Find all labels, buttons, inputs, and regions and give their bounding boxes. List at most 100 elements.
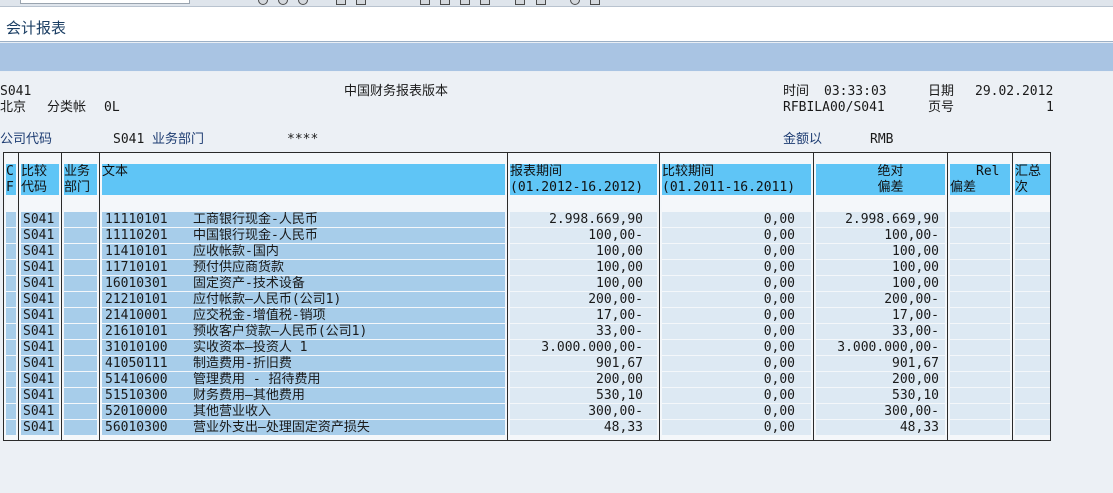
cf-cell[interactable]	[6, 340, 16, 355]
compare-period-value[interactable]: 0,00	[662, 340, 811, 355]
compare-period-value[interactable]: 0,00	[662, 292, 811, 307]
business-area-cell[interactable]	[64, 420, 97, 435]
compare-code-cell[interactable]: S041	[21, 308, 59, 323]
column-header-report-period[interactable]: 报表期间 (01.2012-16.2012)	[510, 164, 657, 195]
absolute-diff-value[interactable]: 100,00	[816, 276, 945, 291]
compare-code-cell[interactable]: S041	[21, 260, 59, 275]
relative-diff-value[interactable]	[950, 292, 1010, 307]
column-header-cf[interactable]: CF	[6, 164, 16, 195]
business-area-cell[interactable]	[64, 292, 97, 307]
report-period-value[interactable]: 48,33	[510, 420, 657, 435]
help-icon[interactable]	[570, 0, 580, 5]
compare-period-value[interactable]: 0,00	[662, 404, 811, 419]
report-period-value[interactable]: 17,00-	[510, 308, 657, 323]
column-header-relative-diff[interactable]: Rel 偏差	[950, 164, 1010, 195]
relative-diff-value[interactable]	[950, 420, 1010, 435]
absolute-diff-value[interactable]: 200,00	[816, 372, 945, 387]
summary-level-value[interactable]	[1015, 260, 1050, 275]
report-period-value[interactable]: 100,00-	[510, 228, 657, 243]
absolute-diff-value[interactable]: 300,00-	[816, 404, 945, 419]
relative-diff-value[interactable]	[950, 388, 1010, 403]
compare-period-value[interactable]: 0,00	[662, 324, 811, 339]
report-period-value[interactable]: 300,00-	[510, 404, 657, 419]
text-cell[interactable]: 21410001 应交税金-增值税-销项	[102, 308, 505, 323]
compare-code-cell[interactable]: S041	[21, 292, 59, 307]
absolute-diff-value[interactable]: 17,00-	[816, 308, 945, 323]
compare-period-value[interactable]: 0,00	[662, 260, 811, 275]
compare-code-cell[interactable]: S041	[21, 212, 59, 227]
compare-code-cell[interactable]: S041	[21, 228, 59, 243]
absolute-diff-value[interactable]: 2.998.669,90	[816, 212, 945, 227]
relative-diff-value[interactable]	[950, 356, 1010, 371]
compare-period-value[interactable]: 0,00	[662, 308, 811, 323]
customize-icon[interactable]	[590, 0, 600, 5]
report-period-value[interactable]: 200,00	[510, 372, 657, 387]
absolute-diff-value[interactable]: 100,00	[816, 260, 945, 275]
compare-code-cell[interactable]: S041	[21, 244, 59, 259]
compare-period-value[interactable]: 0,00	[662, 228, 811, 243]
report-period-value[interactable]: 100,00	[510, 260, 657, 275]
cancel-icon[interactable]	[298, 0, 308, 5]
compare-period-value[interactable]: 0,00	[662, 276, 811, 291]
layout-icon[interactable]	[515, 0, 525, 5]
column-header-absolute-diff[interactable]: 绝对 偏差	[816, 164, 945, 195]
first-page-icon[interactable]	[420, 0, 430, 5]
text-cell[interactable]: 16010301 固定资产-技术设备	[102, 276, 505, 291]
text-cell[interactable]: 56010300 营业外支出—处理固定资产损失	[102, 420, 505, 435]
absolute-diff-value[interactable]: 48,33	[816, 420, 945, 435]
compare-period-value[interactable]: 0,00	[662, 356, 811, 371]
compare-code-cell[interactable]: S041	[21, 372, 59, 387]
column-header-text[interactable]: 文本	[102, 164, 505, 195]
compare-period-value[interactable]: 0,00	[662, 388, 811, 403]
relative-diff-value[interactable]	[950, 372, 1010, 387]
print-icon[interactable]	[336, 0, 346, 5]
compare-period-value[interactable]: 0,00	[662, 372, 811, 387]
compare-code-cell[interactable]: S041	[21, 340, 59, 355]
text-cell[interactable]: 11110101 工商银行现金-人民币	[102, 212, 505, 227]
report-period-value[interactable]: 2.998.669,90	[510, 212, 657, 227]
summary-level-value[interactable]	[1015, 372, 1050, 387]
business-area-cell[interactable]	[64, 340, 97, 355]
compare-period-value[interactable]: 0,00	[662, 212, 811, 227]
relative-diff-value[interactable]	[950, 340, 1010, 355]
column-header-compare-code[interactable]: 比较 代码	[21, 164, 59, 195]
cf-cell[interactable]	[6, 388, 16, 403]
cf-cell[interactable]	[6, 292, 16, 307]
cf-cell[interactable]	[6, 260, 16, 275]
compare-code-cell[interactable]: S041	[21, 324, 59, 339]
report-period-value[interactable]: 3.000.000,00-	[510, 340, 657, 355]
compare-code-cell[interactable]: S041	[21, 276, 59, 291]
report-period-value[interactable]: 200,00-	[510, 292, 657, 307]
summary-level-value[interactable]	[1015, 228, 1050, 243]
relative-diff-value[interactable]	[950, 308, 1010, 323]
summary-level-value[interactable]	[1015, 356, 1050, 371]
text-cell[interactable]: 21210101 应付帐款—人民币(公司1)	[102, 292, 505, 307]
back-icon[interactable]	[258, 0, 268, 5]
absolute-diff-value[interactable]: 33,00-	[816, 324, 945, 339]
relative-diff-value[interactable]	[950, 324, 1010, 339]
report-period-value[interactable]: 33,00-	[510, 324, 657, 339]
absolute-diff-value[interactable]: 901,67	[816, 356, 945, 371]
cf-cell[interactable]	[6, 372, 16, 387]
cf-cell[interactable]	[6, 324, 16, 339]
summary-level-value[interactable]	[1015, 324, 1050, 339]
compare-code-cell[interactable]: S041	[21, 420, 59, 435]
summary-level-value[interactable]	[1015, 340, 1050, 355]
business-area-cell[interactable]	[64, 388, 97, 403]
text-cell[interactable]: 11110201 中国银行现金-人民币	[102, 228, 505, 243]
compare-period-value[interactable]: 0,00	[662, 420, 811, 435]
text-cell[interactable]: 51510300 财务费用—其他费用	[102, 388, 505, 403]
cf-cell[interactable]	[6, 276, 16, 291]
find-icon[interactable]	[356, 0, 366, 5]
text-cell[interactable]: 51410600 管理费用 - 招待费用	[102, 372, 505, 387]
report-period-value[interactable]: 901,67	[510, 356, 657, 371]
summary-level-value[interactable]	[1015, 276, 1050, 291]
absolute-diff-value[interactable]: 200,00-	[816, 292, 945, 307]
compare-code-cell[interactable]: S041	[21, 388, 59, 403]
business-area-cell[interactable]	[64, 308, 97, 323]
absolute-diff-value[interactable]: 3.000.000,00-	[816, 340, 945, 355]
compare-period-value[interactable]: 0,00	[662, 244, 811, 259]
relative-diff-value[interactable]	[950, 276, 1010, 291]
absolute-diff-value[interactable]: 100,00	[816, 244, 945, 259]
summary-level-value[interactable]	[1015, 308, 1050, 323]
